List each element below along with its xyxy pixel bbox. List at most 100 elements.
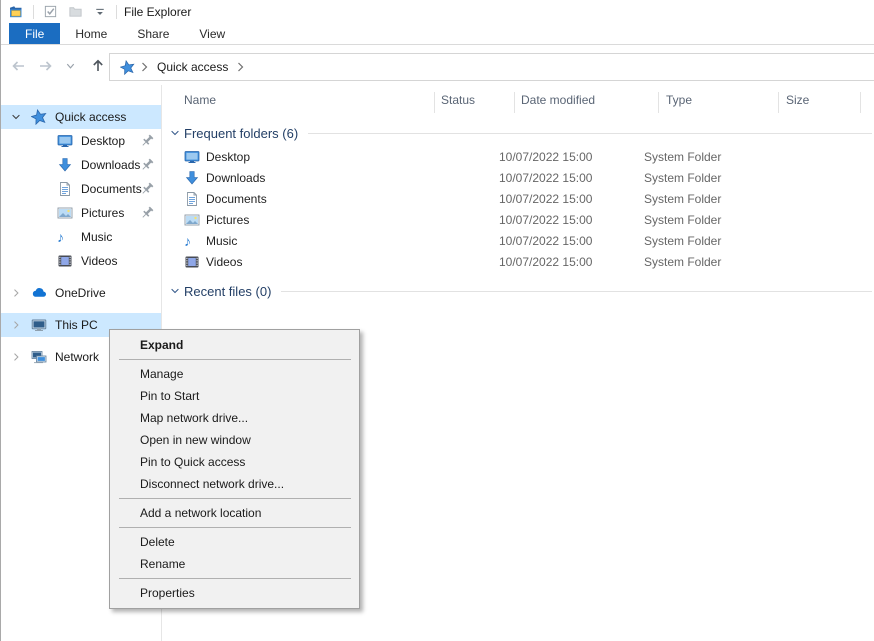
sidebar-item-label: OneDrive — [55, 286, 106, 300]
menu-item-delete[interactable]: Delete — [110, 531, 359, 553]
menu-item-pin-to-start[interactable]: Pin to Start — [110, 385, 359, 407]
file-row-downloads[interactable]: Downloads 10/07/2022 15:00 System Folder — [162, 167, 874, 188]
chevron-down-icon[interactable] — [9, 111, 23, 123]
breadcrumb-chevron-icon[interactable] — [233, 62, 248, 72]
menu-item-expand[interactable]: Expand — [110, 334, 359, 356]
sidebar-item-label: This PC — [55, 318, 98, 332]
file-name: Downloads — [206, 171, 265, 185]
file-date-modified: 10/07/2022 15:00 — [499, 213, 644, 227]
sidebar-item-onedrive[interactable]: OneDrive — [1, 281, 161, 305]
file-name: Music — [206, 234, 237, 248]
new-folder-icon[interactable] — [66, 3, 84, 21]
desktop-icon — [57, 133, 73, 149]
file-name: Videos — [206, 255, 242, 269]
sidebar-item-label: Desktop — [81, 134, 125, 148]
menu-separator — [119, 498, 351, 499]
file-type: System Folder — [644, 234, 764, 248]
menu-item-open-in-new-window[interactable]: Open in new window — [110, 429, 359, 451]
chevron-right-icon[interactable] — [9, 351, 23, 363]
customize-quick-access-toolbar-icon[interactable] — [91, 3, 109, 21]
pin-icon — [139, 181, 155, 197]
file-type: System Folder — [644, 171, 764, 185]
downloads-icon — [57, 157, 73, 173]
music-icon: ♪ — [184, 233, 200, 249]
chevron-down-icon[interactable] — [168, 127, 182, 139]
file-name: Desktop — [206, 150, 250, 164]
tab-home[interactable]: Home — [60, 23, 122, 44]
group-header-recent-files[interactable]: Recent files (0) — [162, 280, 874, 302]
menu-separator — [119, 527, 351, 528]
column-header-status[interactable]: Status — [441, 93, 475, 107]
pictures-icon — [184, 212, 200, 228]
menu-item-rename[interactable]: Rename — [110, 553, 359, 575]
window-title: File Explorer — [124, 5, 191, 19]
column-divider[interactable] — [434, 92, 435, 113]
file-type: System Folder — [644, 150, 764, 164]
downloads-icon — [184, 170, 200, 186]
tab-view[interactable]: View — [184, 23, 240, 44]
breadcrumb-segment[interactable]: Quick access — [154, 60, 231, 74]
this-pc-icon — [31, 317, 47, 333]
frequent-folders-list: Desktop 10/07/2022 15:00 System Folder D… — [162, 146, 874, 272]
pin-icon — [139, 205, 155, 221]
column-divider[interactable] — [514, 92, 515, 113]
menu-item-add-a-network-location[interactable]: Add a network location — [110, 502, 359, 524]
column-header-row: Name Status Date modified Type Size — [162, 88, 874, 114]
group-header-frequent-folders[interactable]: Frequent folders (6) — [162, 122, 874, 144]
column-divider[interactable] — [658, 92, 659, 113]
menu-item-map-network-drive[interactable]: Map network drive... — [110, 407, 359, 429]
videos-icon — [57, 253, 73, 269]
column-header-size[interactable]: Size — [786, 93, 809, 107]
menu-item-manage[interactable]: Manage — [110, 363, 359, 385]
address-bar[interactable]: Quick access — [109, 53, 874, 81]
file-name: Documents — [206, 192, 267, 206]
properties-icon[interactable] — [41, 3, 59, 21]
file-row-music[interactable]: ♪ Music 10/07/2022 15:00 System Folder — [162, 230, 874, 251]
sidebar-item-label: Documents — [81, 182, 142, 196]
documents-icon — [184, 191, 200, 207]
pin-icon — [139, 157, 155, 173]
file-name: Pictures — [206, 213, 249, 227]
file-row-videos[interactable]: Videos 10/07/2022 15:00 System Folder — [162, 251, 874, 272]
menu-item-disconnect-network-drive[interactable]: Disconnect network drive... — [110, 473, 359, 495]
sidebar-item-videos[interactable]: Videos — [1, 249, 161, 273]
recent-locations-chevron-icon[interactable] — [65, 61, 76, 71]
forward-icon[interactable] — [37, 58, 55, 74]
network-icon — [31, 349, 47, 365]
chevron-right-icon[interactable] — [9, 287, 23, 299]
menu-item-pin-to-quick-access[interactable]: Pin to Quick access — [110, 451, 359, 473]
file-date-modified: 10/07/2022 15:00 — [499, 234, 644, 248]
tab-file[interactable]: File — [9, 23, 60, 44]
file-explorer-window: File Explorer File Home Share View — [0, 0, 874, 641]
sidebar-item-quick-access[interactable]: Quick access — [1, 105, 161, 129]
menu-item-properties[interactable]: Properties — [110, 582, 359, 604]
up-icon[interactable] — [90, 57, 106, 74]
chevron-down-icon[interactable] — [168, 285, 182, 297]
column-header-date-modified[interactable]: Date modified — [521, 93, 595, 107]
sidebar-item-pictures[interactable]: Pictures — [1, 201, 161, 225]
sidebar-item-documents[interactable]: Documents — [1, 177, 161, 201]
sidebar-item-desktop[interactable]: Desktop — [1, 129, 161, 153]
menu-separator — [119, 359, 351, 360]
sidebar-item-label: Music — [81, 230, 112, 244]
group-header-label: Recent files (0) — [184, 284, 271, 299]
column-divider[interactable] — [778, 92, 779, 113]
column-header-name[interactable]: Name — [184, 93, 216, 107]
file-explorer-logo-icon — [8, 3, 26, 21]
chevron-right-icon[interactable] — [9, 319, 23, 331]
column-divider[interactable] — [860, 92, 861, 113]
breadcrumb-chevron-icon[interactable] — [137, 62, 152, 72]
file-row-documents[interactable]: Documents 10/07/2022 15:00 System Folder — [162, 188, 874, 209]
file-row-pictures[interactable]: Pictures 10/07/2022 15:00 System Folder — [162, 209, 874, 230]
sidebar-item-music[interactable]: ♪ Music — [1, 225, 161, 249]
sidebar-item-downloads[interactable]: Downloads — [1, 153, 161, 177]
titlebar-divider — [116, 5, 117, 19]
desktop-icon — [184, 149, 200, 165]
file-row-desktop[interactable]: Desktop 10/07/2022 15:00 System Folder — [162, 146, 874, 167]
back-icon[interactable] — [9, 58, 27, 74]
music-icon: ♪ — [57, 229, 73, 245]
tab-share[interactable]: Share — [122, 23, 184, 44]
file-date-modified: 10/07/2022 15:00 — [499, 255, 644, 269]
column-header-type[interactable]: Type — [666, 93, 692, 107]
videos-icon — [184, 254, 200, 270]
